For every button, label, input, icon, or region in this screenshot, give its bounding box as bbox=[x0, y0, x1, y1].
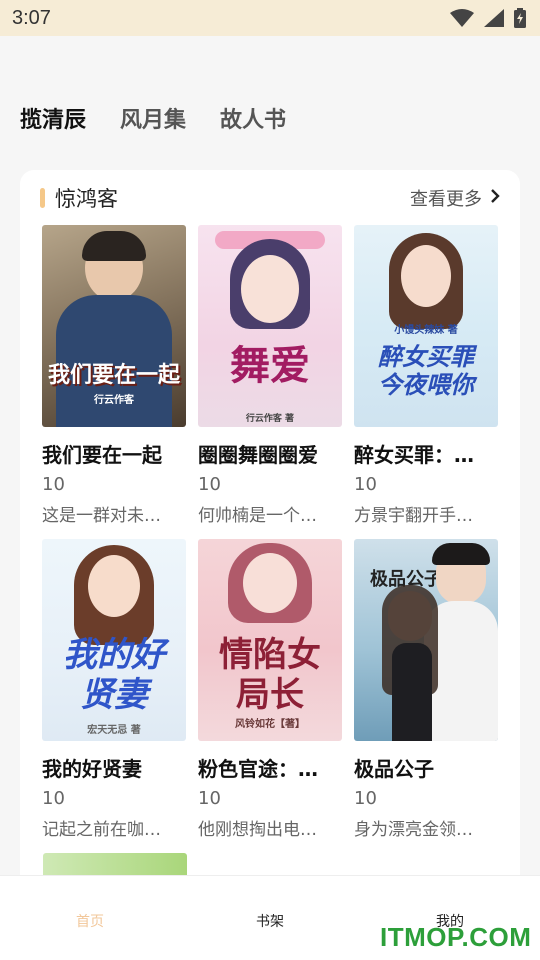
category-tabs: 揽清辰 风月集 故人书 bbox=[20, 102, 286, 134]
cover-author: 宏天无忌 著 bbox=[87, 725, 141, 736]
book-score: 10 bbox=[198, 474, 221, 495]
book-description: 何帅楠是一个… bbox=[198, 506, 317, 526]
book-cover: 舞爱 行云作客 著 bbox=[198, 225, 342, 427]
book-title: 圈圈舞圈圈爱 bbox=[198, 443, 318, 467]
view-more-button[interactable]: 查看更多 bbox=[410, 185, 500, 211]
status-bar: 3:07 bbox=[0, 0, 540, 36]
book-cover: 小馒头辣妹 著 醉女买罪 今夜喂你 bbox=[354, 225, 498, 427]
book-item[interactable]: 舞爱 行云作客 著 圈圈舞圈圈爱 10 何帅楠是一个… bbox=[198, 225, 344, 526]
book-score: 10 bbox=[42, 788, 65, 809]
book-item[interactable]: 极品公子 极品公子 10 身为漂亮金领… bbox=[354, 539, 500, 840]
nav-home[interactable]: 首页 bbox=[0, 905, 180, 931]
cover-title: 我们要在一起 bbox=[47, 363, 180, 388]
book-section-card: 惊鸿客 查看更多 我们要在一起 行云作客 我们要在一起 10 这是一群对未… 舞… bbox=[20, 170, 520, 890]
tab-gurenshu[interactable]: 故人书 bbox=[220, 102, 286, 134]
cover-figure bbox=[401, 245, 451, 307]
cover-title: 舞爱 bbox=[230, 343, 310, 389]
book-description: 身为漂亮金领… bbox=[354, 820, 473, 840]
signal-icon bbox=[484, 9, 504, 27]
status-icons bbox=[450, 8, 526, 28]
cover-hair bbox=[82, 231, 146, 261]
cover-author: 行云作客 bbox=[94, 395, 134, 406]
cover-figure bbox=[241, 255, 299, 323]
book-item[interactable]: 我们要在一起 行云作客 我们要在一起 10 这是一群对未… bbox=[42, 225, 188, 526]
watermark-logo: ITMOP.COM bbox=[380, 922, 532, 952]
section-accent-bar bbox=[40, 188, 45, 208]
cover-dress bbox=[392, 643, 432, 741]
book-description: 他刚想掏出电… bbox=[198, 820, 317, 840]
cover-author: 小馒头辣妹 著 bbox=[394, 325, 458, 336]
cover-figure bbox=[243, 553, 297, 613]
section-header: 惊鸿客 查看更多 bbox=[40, 184, 500, 212]
book-item[interactable]: 情陷女局长 风铃如花【著】 粉色官途：… 10 他刚想掏出电… bbox=[198, 539, 344, 840]
book-score: 10 bbox=[354, 788, 377, 809]
book-cover: 极品公子 bbox=[354, 539, 498, 741]
book-description: 这是一群对未… bbox=[42, 506, 161, 526]
battery-icon bbox=[514, 8, 526, 28]
book-item[interactable]: 小馒头辣妹 著 醉女买罪 今夜喂你 醉女买罪：… 10 方景宇翻开手… bbox=[354, 225, 500, 526]
cover-figure bbox=[88, 555, 140, 617]
wifi-icon bbox=[450, 9, 474, 27]
book-cover: 我的好贤妻 宏天无忌 著 bbox=[42, 539, 186, 741]
cover-title: 情陷女局长 bbox=[219, 635, 321, 715]
book-score: 10 bbox=[198, 788, 221, 809]
book-cover: 我们要在一起 行云作客 bbox=[42, 225, 186, 427]
view-more-label: 查看更多 bbox=[410, 189, 482, 210]
section-title: 惊鸿客 bbox=[55, 187, 118, 211]
chevron-right-icon bbox=[490, 188, 500, 209]
book-title: 极品公子 bbox=[354, 757, 434, 781]
cover-hair bbox=[432, 543, 490, 565]
section-title-wrap: 惊鸿客 bbox=[40, 183, 118, 213]
book-title: 我的好贤妻 bbox=[42, 757, 142, 781]
book-title: 我们要在一起 bbox=[42, 443, 162, 467]
cover-title: 我的好贤妻 bbox=[63, 635, 165, 715]
book-description: 记起之前在咖… bbox=[42, 820, 161, 840]
book-score: 10 bbox=[354, 474, 377, 495]
cover-author: 行云作客 著 bbox=[245, 414, 295, 424]
book-score: 10 bbox=[42, 474, 65, 495]
status-time: 3:07 bbox=[12, 6, 51, 29]
book-cover: 情陷女局长 风铃如花【著】 bbox=[198, 539, 342, 741]
cover-title: 醉女买罪 今夜喂你 bbox=[378, 343, 474, 399]
book-cover-partial[interactable] bbox=[43, 853, 187, 875]
book-item[interactable]: 我的好贤妻 宏天无忌 著 我的好贤妻 10 记起之前在咖… bbox=[42, 539, 188, 840]
book-description: 方景宇翻开手… bbox=[354, 506, 473, 526]
cover-author: 风铃如花【著】 bbox=[235, 719, 305, 730]
book-title: 醉女买罪：… bbox=[354, 443, 474, 467]
tab-fengyueji[interactable]: 风月集 bbox=[120, 102, 186, 134]
nav-bookshelf[interactable]: 书架 bbox=[180, 905, 360, 931]
tab-lanqingchen[interactable]: 揽清辰 bbox=[20, 102, 86, 134]
book-title: 粉色官途：… bbox=[198, 757, 318, 781]
